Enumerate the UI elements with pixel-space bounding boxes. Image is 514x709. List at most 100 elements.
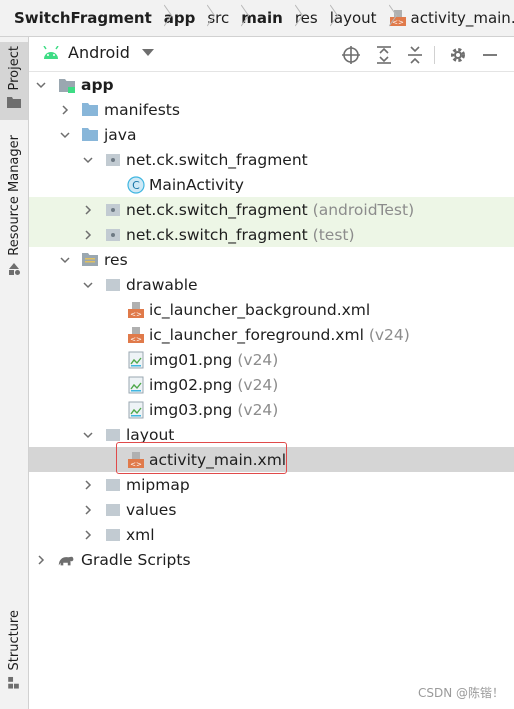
tree-item-app[interactable]: app (29, 72, 514, 97)
collapse-all-button[interactable] (404, 44, 426, 66)
tree-item-label: net.ck.switch_fragment (androidTest) (126, 200, 415, 219)
folder-icon (104, 276, 122, 294)
left-tool-strip: Project Resource Manager Structure (0, 37, 29, 709)
structure-tool-tab[interactable]: Structure (0, 610, 28, 690)
crosshair-icon (342, 46, 360, 64)
tree-item-package-android-test[interactable]: net.ck.switch_fragment (androidTest) (29, 197, 514, 222)
structure-tool-label: Structure (6, 610, 22, 671)
view-mode-label: Android (68, 43, 130, 62)
highlight-annotation (116, 442, 287, 474)
project-panel-toolbar: Android (29, 37, 514, 72)
breadcrumb-item-project[interactable]: SwitchFragment (14, 9, 152, 27)
qualifier-suffix: (v24) (368, 325, 410, 344)
source-set-suffix: (androidTest) (312, 200, 415, 219)
tree-item-file[interactable]: img02.png (v24) (29, 372, 514, 397)
resource-folder-icon (81, 251, 99, 269)
chevron-down-icon[interactable] (34, 78, 48, 92)
tree-item-label: mipmap (126, 475, 190, 494)
breadcrumb-item-main[interactable]: main (241, 9, 283, 27)
tree-item-res[interactable]: res (29, 247, 514, 272)
chevron-down-icon[interactable] (58, 128, 72, 142)
breadcrumb-file-label: activity_main.xml (410, 9, 514, 27)
tree-item-file[interactable]: img03.png (v24) (29, 397, 514, 422)
chevron-right-icon[interactable] (81, 478, 95, 492)
tree-item-xml[interactable]: xml (29, 522, 514, 547)
tree-item-label: Gradle Scripts (81, 550, 191, 569)
tree-item-package-test[interactable]: net.ck.switch_fragment (test) (29, 222, 514, 247)
image-file-icon (127, 351, 145, 369)
package-icon (104, 201, 122, 219)
tree-item-label: java (104, 125, 137, 144)
android-icon (43, 45, 59, 59)
watermark: CSDN @陈锴！ (417, 686, 504, 700)
chevron-right-icon[interactable] (81, 528, 95, 542)
chevron-right-icon[interactable] (81, 228, 95, 242)
tree-item-label: xml (126, 525, 155, 544)
tree-item-label: ic_launcher_foreground.xml (v24) (149, 325, 410, 344)
tree-item-label: layout (126, 425, 175, 444)
tree-item-label: img02.png (v24) (149, 375, 279, 394)
svg-text:C: C (132, 179, 140, 192)
qualifier-suffix: (v24) (237, 350, 279, 369)
expand-all-icon (377, 46, 391, 64)
project-tool-tab[interactable]: Project (0, 42, 28, 120)
image-file-icon (127, 401, 145, 419)
chevron-right-icon[interactable] (58, 103, 72, 117)
folder-icon (104, 501, 122, 519)
tree-item-label: res (104, 250, 128, 269)
tree-item-drawable[interactable]: drawable (29, 272, 514, 297)
chevron-down-icon (141, 48, 154, 56)
project-tree: app manifests java net.ck.switch_fragmen… (29, 72, 514, 709)
chevron-down-icon[interactable] (81, 153, 95, 167)
chevron-down-icon[interactable] (81, 428, 95, 442)
tree-item-label: MainActivity (149, 175, 244, 194)
chevron-down-icon[interactable] (58, 253, 72, 267)
tree-item-manifests[interactable]: manifests (29, 97, 514, 122)
module-folder-icon (58, 76, 76, 94)
tree-item-class[interactable]: C MainActivity (29, 172, 514, 197)
collapse-all-icon (408, 46, 422, 64)
svg-text:<>: <> (130, 335, 142, 343)
tree-item-label: img01.png (v24) (149, 350, 279, 369)
tree-item-file[interactable]: img01.png (v24) (29, 347, 514, 372)
chevron-right-icon[interactable] (34, 553, 48, 567)
breadcrumb: SwitchFragment app src main res layout <… (0, 0, 514, 37)
expand-all-button[interactable] (373, 44, 395, 66)
tree-item-label: ic_launcher_background.xml (149, 300, 371, 319)
structure-icon (8, 677, 19, 690)
resource-manager-icon (9, 262, 20, 275)
gear-icon (451, 48, 465, 62)
folder-icon (7, 97, 21, 109)
tree-item-package[interactable]: net.ck.switch_fragment (29, 147, 514, 172)
qualifier-suffix: (v24) (237, 375, 279, 394)
view-mode-dropdown[interactable]: Android (41, 43, 154, 62)
package-icon (104, 151, 122, 169)
hide-panel-button[interactable] (479, 44, 501, 66)
qualifier-suffix: (v24) (237, 400, 279, 419)
chevron-right-icon[interactable] (81, 503, 95, 517)
tree-item-java[interactable]: java (29, 122, 514, 147)
tree-item-label: drawable (126, 275, 198, 294)
tree-item-file[interactable]: <> ic_launcher_background.xml (29, 297, 514, 322)
tree-item-values[interactable]: values (29, 497, 514, 522)
source-set-suffix: (test) (312, 225, 355, 244)
breadcrumb-item-file[interactable]: <> activity_main.xml (389, 9, 514, 27)
tree-item-mipmap[interactable]: mipmap (29, 472, 514, 497)
chevron-right-icon[interactable] (81, 203, 95, 217)
locate-file-button[interactable] (340, 44, 362, 66)
tree-item-gradle-scripts[interactable]: Gradle Scripts (29, 547, 514, 572)
settings-button[interactable] (447, 44, 469, 66)
xml-file-icon: <> (127, 326, 145, 344)
class-icon: C (127, 175, 145, 194)
package-icon (104, 226, 122, 244)
resource-manager-tool-label: Resource Manager (6, 135, 22, 256)
svg-text:<>: <> (130, 310, 142, 318)
gradle-icon (57, 551, 75, 569)
tree-item-label: net.ck.switch_fragment (126, 150, 308, 169)
chevron-down-icon[interactable] (81, 278, 95, 292)
breadcrumb-item-layout[interactable]: layout (330, 9, 377, 27)
image-file-icon (127, 376, 145, 394)
tree-item-file[interactable]: <> ic_launcher_foreground.xml (v24) (29, 322, 514, 347)
resource-manager-tool-tab[interactable]: Resource Manager (0, 135, 28, 285)
folder-icon (81, 126, 99, 144)
